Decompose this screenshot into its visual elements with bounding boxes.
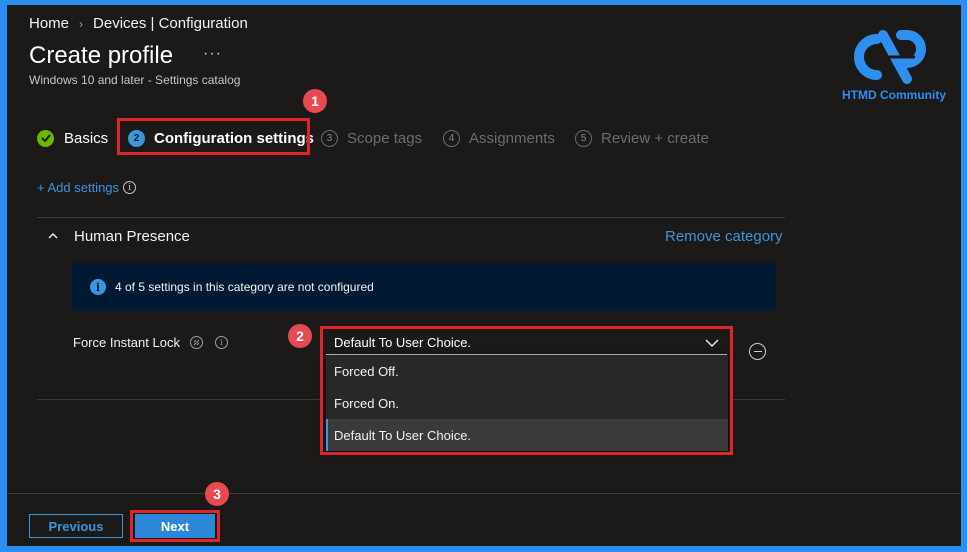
info-icon[interactable]: i (123, 181, 137, 194)
category-title[interactable]: Human Presence (74, 228, 190, 245)
info-icon[interactable]: i (214, 336, 228, 349)
info-message: 4 of 5 settings in this category are not… (115, 280, 374, 294)
more-options-button[interactable]: ··· (203, 45, 222, 63)
step-review-create-label: Review + create (601, 129, 709, 147)
add-settings-link[interactable]: + Add settings i (37, 180, 137, 195)
step-review-create[interactable]: 5 Review + create (575, 126, 709, 150)
breadcrumb-home[interactable]: Home (29, 15, 69, 32)
step-number-icon: 5 (575, 129, 592, 147)
annotation-badge-3: 3 (205, 482, 229, 506)
step-basics-label: Basics (64, 129, 109, 147)
setting-row-label: Force Instant Lock i (73, 335, 228, 350)
add-settings-label: + Add settings (37, 180, 120, 195)
chevron-up-icon[interactable] (48, 231, 58, 241)
divider (37, 399, 320, 400)
step-number-icon: 4 (443, 129, 460, 147)
footer-divider (7, 493, 961, 494)
step-basics[interactable]: Basics (37, 126, 108, 150)
page-subtitle: Windows 10 and later - Settings catalog (29, 73, 241, 87)
step-number-icon: 3 (321, 129, 338, 147)
annotation-badge-1: 1 (303, 89, 327, 113)
htmd-logo-icon (854, 30, 926, 84)
divider (37, 217, 785, 218)
annotation-badge-2: 2 (288, 324, 312, 348)
breadcrumb-devices-configuration[interactable]: Devices | Configuration (93, 15, 248, 32)
info-banner: i 4 of 5 settings in this category are n… (72, 263, 776, 311)
step-scope-tags-label: Scope tags (347, 129, 423, 147)
breadcrumb-separator: › (79, 17, 84, 31)
highlight-box-configuration-settings (117, 118, 310, 155)
info-icon: i (90, 279, 106, 295)
highlight-box-dropdown (320, 326, 733, 455)
checkmark-icon (37, 129, 54, 147)
previous-button[interactable]: Previous (29, 514, 123, 538)
portal-frame: Home › Devices | Configuration Create prof… (7, 5, 961, 546)
page-title: Create profile (29, 42, 174, 69)
breadcrumb: Home › Devices | Configuration (29, 15, 248, 32)
remove-category-link[interactable]: Remove category (665, 228, 783, 245)
highlight-box-next (130, 510, 220, 542)
step-scope-tags[interactable]: 3 Scope tags (321, 126, 422, 150)
lock-policy-icon (189, 336, 203, 349)
step-assignments[interactable]: 4 Assignments (443, 126, 555, 150)
htmd-logo-text: HTMD Community (842, 88, 946, 102)
step-assignments-label: Assignments (469, 129, 555, 147)
divider (733, 399, 785, 400)
remove-setting-icon[interactable] (749, 343, 766, 360)
setting-label: Force Instant Lock (73, 335, 180, 350)
